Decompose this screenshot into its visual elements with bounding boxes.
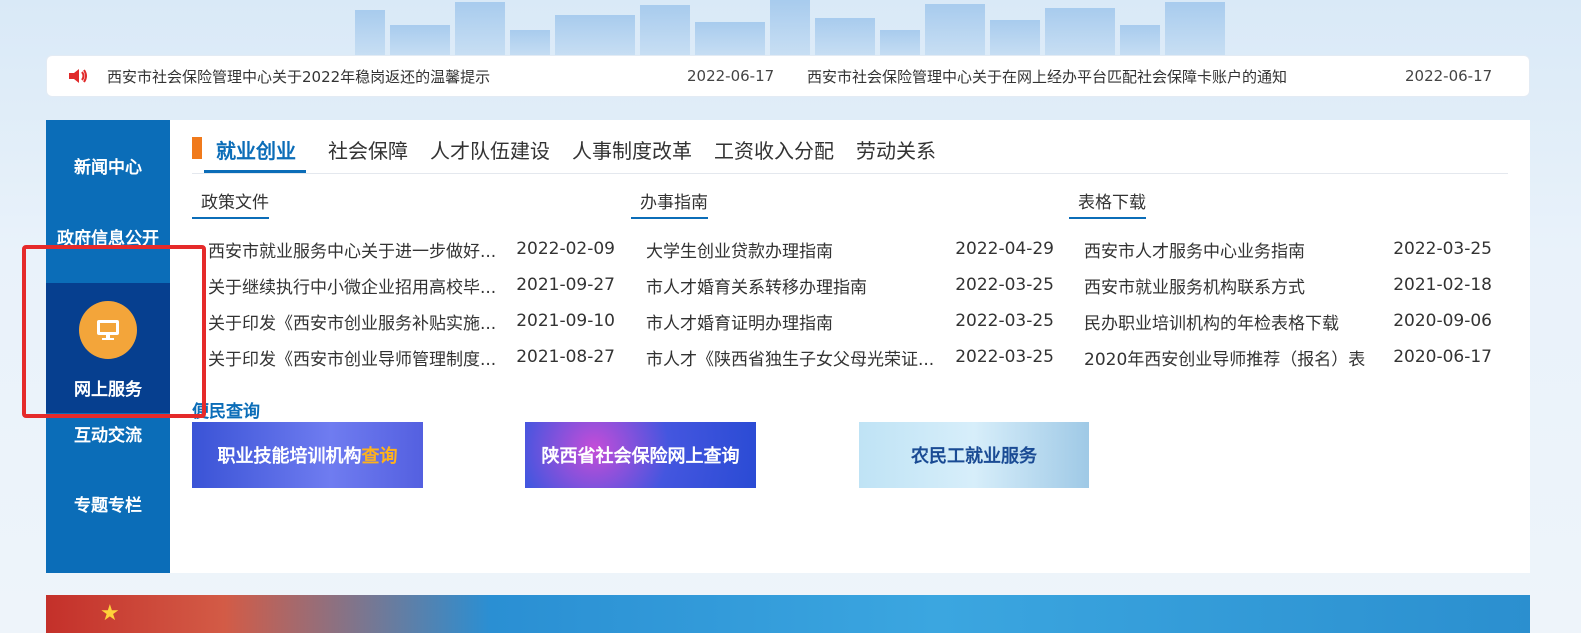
list-item-link[interactable]: 市人才婚育关系转移办理指南 — [631, 273, 940, 298]
banner-social-insurance-query[interactable]: 陕西省社会保险网上查询 — [525, 422, 756, 488]
tab-employment[interactable]: 就业创业 — [204, 130, 306, 173]
column-title[interactable]: 表格下载 — [1069, 185, 1146, 219]
list-item-link[interactable]: 2020年西安创业导师推荐（报名）表 — [1069, 345, 1378, 370]
sidebar-item-label: 网上服务 — [74, 380, 142, 400]
list-item-link[interactable]: 市人才婚育证明办理指南 — [631, 309, 940, 334]
column-policy: 政策文件 西安市就业服务中心关于进一步做好... 2022-02-09 关于继续执… — [192, 185, 615, 375]
tab-social-security[interactable]: 社会保障 — [328, 130, 408, 173]
list-item-link[interactable]: 关于印发《西安市创业服务补贴实施... — [192, 309, 501, 334]
tab-personnel-reform[interactable]: 人事制度改革 — [572, 130, 692, 173]
sidebar-item-label: 专题专栏 — [74, 496, 142, 516]
notice-ticker: 西安市社会保险管理中心关于2022年稳岗返还的温馨提示 2022-06-17 西… — [46, 55, 1530, 97]
list-item-date: 2021-08-27 — [516, 347, 615, 367]
sidebar-item-special-topics[interactable]: 专题专栏 — [46, 491, 170, 516]
list-item: 市人才《陕西省独生子女父母光荣证... 2022-03-25 — [631, 339, 1054, 375]
tab-wages[interactable]: 工资收入分配 — [714, 130, 834, 173]
list-item-date: 2022-03-25 — [955, 275, 1054, 295]
list-item: 大学生创业贷款办理指南 2022-04-29 — [631, 231, 1054, 267]
notice-date: 2022-06-17 — [687, 67, 775, 85]
list-item: 西安市人才服务中心业务指南 2022-03-25 — [1069, 231, 1492, 267]
header-skyline-decoration — [0, 0, 1581, 60]
list-item: 民办职业培训机构的年检表格下载 2020-09-06 — [1069, 303, 1492, 339]
sidebar-item-news[interactable]: 新闻中心 — [46, 153, 170, 178]
star-icon: ★ — [100, 601, 120, 626]
list-item-date: 2022-03-25 — [955, 311, 1054, 331]
category-tabs: 就业创业 社会保障 人才队伍建设 人事制度改革 工资收入分配 劳动关系 — [192, 130, 1508, 174]
list-item: 市人才婚育关系转移办理指南 2022-03-25 — [631, 267, 1054, 303]
list-item: 西安市就业服务机构联系方式 2021-02-18 — [1069, 267, 1492, 303]
notice-link[interactable]: 西安市社会保险管理中心关于2022年稳岗返还的温馨提示 — [107, 66, 687, 87]
sidebar-item-interaction[interactable]: 互动交流 — [46, 421, 170, 446]
list-item-link[interactable]: 关于印发《西安市创业导师管理制度... — [192, 345, 501, 370]
list-item-link[interactable]: 大学生创业贷款办理指南 — [631, 237, 940, 262]
sidebar-item-label: 新闻中心 — [74, 158, 142, 178]
tab-accent-mark — [192, 137, 202, 159]
column-guide: 办事指南 大学生创业贷款办理指南 2022-04-29 市人才婚育关系转移办理指南… — [631, 185, 1054, 375]
banner-migrant-worker-service[interactable]: 农民工就业服务 — [859, 422, 1089, 488]
list-item-date: 2022-03-25 — [1393, 239, 1492, 259]
list-item-date: 2020-09-06 — [1393, 311, 1492, 331]
list-item: 西安市就业服务中心关于进一步做好... 2022-02-09 — [192, 231, 615, 267]
sidebar-item-gov-info[interactable]: 政府信息公开 — [46, 224, 170, 249]
column-title[interactable]: 办事指南 — [631, 185, 708, 219]
list-item-link[interactable]: 民办职业培训机构的年检表格下载 — [1069, 309, 1378, 334]
column-downloads: 表格下载 西安市人才服务中心业务指南 2022-03-25 西安市就业服务机构联系… — [1069, 185, 1492, 375]
list-item-date: 2022-03-25 — [955, 347, 1054, 367]
notice-link[interactable]: 西安市社会保险管理中心关于在网上经办平台匹配社会保障卡账户的通知 — [807, 66, 1405, 87]
banner-label: 陕西省社会保险网上查询 — [541, 446, 740, 467]
list-item: 关于继续执行中小微企业招用高校毕... 2021-09-27 — [192, 267, 615, 303]
banner-label-highlight: 查询 — [361, 446, 398, 467]
banner-label: 农民工就业服务 — [911, 446, 1037, 467]
list-item: 关于印发《西安市创业服务补贴实施... 2021-09-10 — [192, 303, 615, 339]
banner-label: 职业技能培训机构 — [217, 446, 362, 467]
list-item: 市人才婚育证明办理指南 2022-03-25 — [631, 303, 1054, 339]
list-item-date: 2021-02-18 — [1393, 275, 1492, 295]
list-item-link[interactable]: 关于继续执行中小微企业招用高校毕... — [192, 273, 501, 298]
bottom-banner: ★ — [46, 595, 1530, 633]
list-item-link[interactable]: 市人才《陕西省独生子女父母光荣证... — [631, 345, 940, 370]
list-item-date: 2020-06-17 — [1393, 347, 1492, 367]
list-item-link[interactable]: 西安市人才服务中心业务指南 — [1069, 237, 1378, 262]
list-item: 2020年西安创业导师推荐（报名）表 2020-06-17 — [1069, 339, 1492, 375]
list-item-date: 2022-04-29 — [955, 239, 1054, 259]
sidebar: 新闻中心 政府信息公开 网上服务 互动交流 专题专栏 — [46, 120, 170, 573]
list-item-date: 2022-02-09 — [516, 239, 615, 259]
list-item-date: 2021-09-27 — [516, 275, 615, 295]
convenience-title: 便民查询 — [192, 402, 260, 422]
list-item-date: 2021-09-10 — [516, 311, 615, 331]
list-item: 关于印发《西安市创业导师管理制度... 2021-08-27 — [192, 339, 615, 375]
banner-training-institution-query[interactable]: 职业技能培训机构 查询 — [192, 422, 423, 488]
list-item-link[interactable]: 西安市就业服务机构联系方式 — [1069, 273, 1378, 298]
column-title[interactable]: 政策文件 — [192, 185, 269, 219]
notice-date: 2022-06-17 — [1405, 67, 1493, 85]
tab-talent[interactable]: 人才队伍建设 — [430, 130, 550, 173]
computer-icon — [79, 301, 137, 359]
list-item-link[interactable]: 西安市就业服务中心关于进一步做好... — [192, 237, 501, 262]
speaker-icon — [67, 67, 89, 85]
sidebar-item-label: 政府信息公开 — [57, 229, 159, 249]
sidebar-item-online-service[interactable]: 网上服务 — [46, 283, 170, 413]
sidebar-item-label: 互动交流 — [74, 426, 142, 446]
tab-labor-relations[interactable]: 劳动关系 — [856, 130, 936, 173]
